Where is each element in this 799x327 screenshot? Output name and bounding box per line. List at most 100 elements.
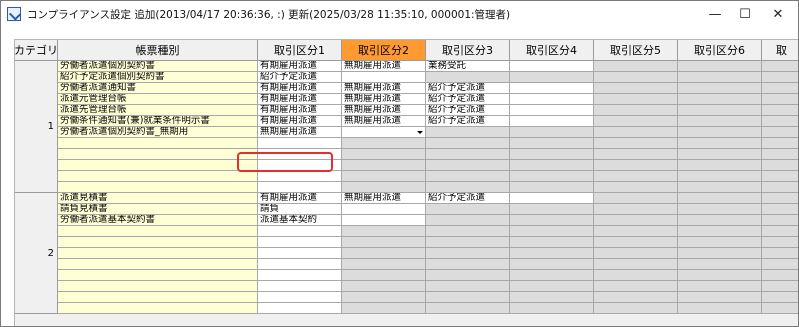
- doc-type-cell[interactable]: [58, 303, 258, 314]
- k4-cell[interactable]: [510, 116, 594, 127]
- k3-cell[interactable]: 紹介予定派遣: [426, 83, 510, 94]
- doc-type-cell[interactable]: [58, 182, 258, 193]
- k2-cell[interactable]: [342, 72, 426, 83]
- doc-type-cell[interactable]: 派遣元管理台帳: [58, 94, 258, 105]
- k7-cell[interactable]: [762, 303, 798, 314]
- header-doc-type[interactable]: 帳票種別: [58, 40, 258, 61]
- k2-cell[interactable]: [342, 171, 426, 182]
- k3-cell[interactable]: [426, 292, 510, 303]
- k2-cell[interactable]: 無期雇用派遣: [342, 61, 426, 72]
- k1-cell[interactable]: [258, 270, 342, 281]
- k4-cell[interactable]: [510, 270, 594, 281]
- k3-cell[interactable]: [426, 226, 510, 237]
- k1-cell[interactable]: 派遣基本契約: [258, 215, 342, 226]
- k7-cell[interactable]: [762, 116, 798, 127]
- k1-cell[interactable]: 有期雇用派遣: [258, 83, 342, 94]
- k6-cell[interactable]: [678, 94, 762, 105]
- k5-cell[interactable]: [594, 116, 678, 127]
- k7-cell[interactable]: [762, 182, 798, 193]
- k1-cell[interactable]: [258, 292, 342, 303]
- k3-cell[interactable]: [426, 171, 510, 182]
- k3-cell[interactable]: [426, 303, 510, 314]
- k7-cell[interactable]: [762, 237, 798, 248]
- k5-cell[interactable]: [594, 182, 678, 193]
- k2-combo[interactable]: [342, 127, 426, 138]
- k5-cell[interactable]: [594, 303, 678, 314]
- k2-cell[interactable]: [342, 303, 426, 314]
- k5-cell[interactable]: [594, 171, 678, 182]
- doc-type-cell[interactable]: 請負見積書: [58, 204, 258, 215]
- k1-cell[interactable]: [258, 303, 342, 314]
- k5-cell[interactable]: [594, 259, 678, 270]
- dropdown-arrow-icon[interactable]: [417, 131, 423, 134]
- k4-cell[interactable]: [510, 149, 594, 160]
- k4-cell[interactable]: [510, 237, 594, 248]
- k3-cell[interactable]: [426, 149, 510, 160]
- k2-cell[interactable]: [342, 226, 426, 237]
- k7-cell[interactable]: [762, 281, 798, 292]
- k4-cell[interactable]: [510, 281, 594, 292]
- header-k1[interactable]: 取引区分1: [258, 40, 342, 61]
- k1-cell[interactable]: 請負: [258, 204, 342, 215]
- k6-cell[interactable]: [678, 171, 762, 182]
- k3-cell[interactable]: 紹介予定派遣: [426, 105, 510, 116]
- k5-cell[interactable]: [594, 193, 678, 204]
- k5-cell[interactable]: [594, 72, 678, 83]
- k6-cell[interactable]: [678, 160, 762, 171]
- k1-cell[interactable]: 有期雇用派遣: [258, 193, 342, 204]
- k7-cell[interactable]: [762, 138, 798, 149]
- k7-cell[interactable]: [762, 83, 798, 94]
- k1-cell[interactable]: [258, 171, 342, 182]
- k4-cell[interactable]: [510, 182, 594, 193]
- k4-cell[interactable]: [510, 193, 594, 204]
- k4-cell[interactable]: [510, 171, 594, 182]
- k2-cell[interactable]: [342, 237, 426, 248]
- k7-cell[interactable]: [762, 215, 798, 226]
- k4-cell[interactable]: [510, 292, 594, 303]
- k6-cell[interactable]: [678, 237, 762, 248]
- k2-cell[interactable]: [342, 248, 426, 259]
- k5-cell[interactable]: [594, 270, 678, 281]
- k7-cell[interactable]: [762, 72, 798, 83]
- k6-cell[interactable]: [678, 105, 762, 116]
- k1-cell[interactable]: [258, 237, 342, 248]
- k5-cell[interactable]: [594, 83, 678, 94]
- k1-cell[interactable]: [258, 259, 342, 270]
- k6-cell[interactable]: [678, 149, 762, 160]
- doc-type-cell[interactable]: 労働者派遣基本契約書: [58, 215, 258, 226]
- header-k5[interactable]: 取引区分5: [594, 40, 678, 61]
- k2-cell[interactable]: 無期雇用派遣: [342, 193, 426, 204]
- k6-cell[interactable]: [678, 303, 762, 314]
- k6-cell[interactable]: [678, 259, 762, 270]
- k6-cell[interactable]: [678, 127, 762, 138]
- k4-cell[interactable]: [510, 61, 594, 72]
- k4-cell[interactable]: [510, 105, 594, 116]
- k5-cell[interactable]: [594, 149, 678, 160]
- close-button[interactable]: ✕: [756, 1, 798, 27]
- k6-cell[interactable]: [678, 138, 762, 149]
- doc-type-cell[interactable]: [58, 270, 258, 281]
- k1-cell[interactable]: [258, 182, 342, 193]
- k7-cell[interactable]: [762, 193, 798, 204]
- k7-cell[interactable]: [762, 171, 798, 182]
- k2-cell[interactable]: [342, 204, 426, 215]
- k3-cell[interactable]: 業務受託: [426, 61, 510, 72]
- k2-cell[interactable]: [342, 149, 426, 160]
- doc-type-cell[interactable]: [58, 138, 258, 149]
- k3-cell[interactable]: [426, 215, 510, 226]
- doc-type-cell[interactable]: 労働者派遣通知書: [58, 83, 258, 94]
- k7-cell[interactable]: [762, 61, 798, 72]
- k7-cell[interactable]: [762, 226, 798, 237]
- k7-cell[interactable]: [762, 259, 798, 270]
- doc-type-cell[interactable]: [58, 160, 258, 171]
- k7-cell[interactable]: [762, 270, 798, 281]
- k2-cell[interactable]: [342, 138, 426, 149]
- k2-cell[interactable]: [342, 281, 426, 292]
- k5-cell[interactable]: [594, 160, 678, 171]
- k6-cell[interactable]: [678, 248, 762, 259]
- k6-cell[interactable]: [678, 292, 762, 303]
- k3-cell[interactable]: [426, 270, 510, 281]
- doc-type-cell[interactable]: [58, 149, 258, 160]
- k5-cell[interactable]: [594, 127, 678, 138]
- k4-cell[interactable]: [510, 160, 594, 171]
